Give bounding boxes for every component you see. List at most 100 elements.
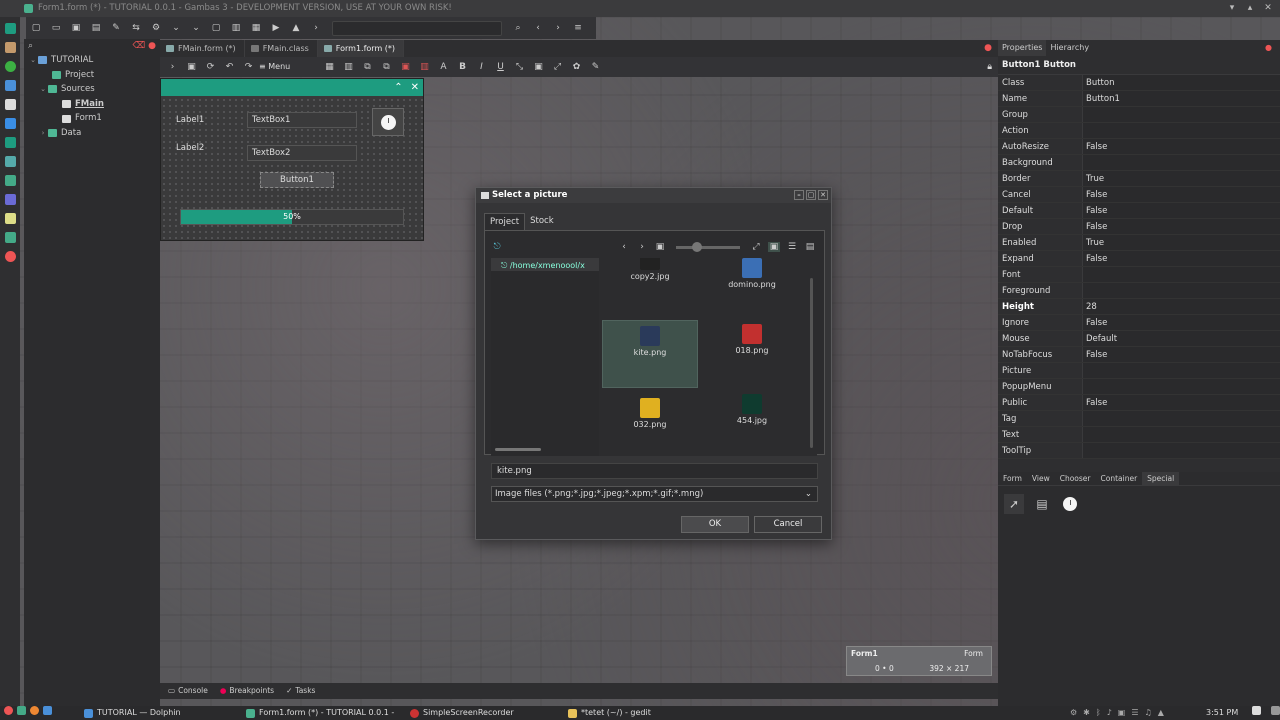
property-value[interactable] — [1082, 363, 1280, 378]
property-row-border[interactable]: Border True — [998, 171, 1280, 187]
search-icon[interactable]: ⌕ — [510, 20, 526, 36]
tab-hierarchy[interactable]: Hierarchy — [1046, 40, 1093, 56]
italic-icon[interactable]: I — [473, 59, 490, 75]
layout-icon[interactable]: ▥ — [340, 59, 357, 75]
timer-control[interactable] — [372, 108, 404, 136]
launcher-icon[interactable] — [4, 61, 16, 72]
property-value[interactable]: False — [1082, 203, 1280, 218]
property-row-height[interactable]: Height 28 — [998, 299, 1280, 315]
back-icon[interactable]: ‹ — [618, 242, 630, 252]
save-icon[interactable]: ▣ — [68, 20, 84, 36]
file-item[interactable]: 032.png — [602, 398, 698, 429]
open-project-icon[interactable]: ▭ — [48, 20, 64, 36]
color-icon[interactable]: ✿ — [568, 59, 585, 75]
property-value[interactable]: False — [1082, 395, 1280, 410]
property-row-popupmenu[interactable]: PopupMenu — [998, 379, 1280, 395]
step-icon[interactable]: ⌄ — [188, 20, 204, 36]
property-row-notabfocus[interactable]: NoTabFocus False — [998, 347, 1280, 363]
forward-icon[interactable]: › — [636, 242, 648, 252]
network-icon[interactable]: ☰ — [1131, 706, 1138, 720]
close-icon[interactable]: ✕ — [411, 82, 419, 93]
property-value[interactable]: True — [1082, 235, 1280, 250]
brush-icon[interactable]: ✎ — [587, 59, 604, 75]
back-icon[interactable]: ‹ — [530, 20, 546, 36]
property-row-default[interactable]: Default False — [998, 203, 1280, 219]
volume-icon[interactable]: ♫ — [1145, 706, 1152, 720]
tab-project[interactable]: Project — [484, 213, 526, 231]
lock-icon[interactable]: ▥ — [416, 59, 433, 75]
tab-fmain-class[interactable]: FMain.class — [245, 40, 318, 57]
label1-control[interactable]: Label1 — [176, 115, 204, 125]
launcher-icon[interactable] — [4, 42, 16, 53]
property-value[interactable]: Default — [1082, 331, 1280, 346]
file-type-select[interactable]: Image files (*.png;*.jpg;*.jpeg;*.xpm;*.… — [491, 486, 818, 502]
vertical-scrollbar[interactable] — [810, 278, 813, 448]
tab-stock[interactable]: Stock — [525, 213, 559, 231]
property-row-group[interactable]: Group — [998, 107, 1280, 123]
refresh-icon[interactable]: ▣ — [654, 242, 666, 252]
property-value[interactable] — [1082, 379, 1280, 394]
zoom-knob[interactable] — [692, 241, 702, 252]
file-item[interactable]: 454.jpg — [704, 394, 800, 425]
printer-icon[interactable]: ▤ — [1032, 494, 1052, 514]
stop-icon[interactable]: ▢ — [208, 20, 224, 36]
new-file-icon[interactable]: ▢ — [28, 20, 44, 36]
launcher-icon[interactable] — [4, 213, 16, 224]
launcher-icon[interactable] — [4, 251, 16, 262]
property-row-drop[interactable]: Drop False — [998, 219, 1280, 235]
button1-control[interactable]: Button1 — [260, 172, 334, 188]
maximize-icon[interactable]: ▢ — [806, 190, 816, 200]
bluetooth-icon[interactable]: ᛒ — [1096, 706, 1101, 720]
tree-item-sources[interactable]: ⌄ Sources — [24, 82, 160, 97]
property-row-enabled[interactable]: Enabled True — [998, 235, 1280, 251]
launcher-icon[interactable] — [4, 80, 16, 91]
resize-icon[interactable]: ⤢ — [549, 59, 566, 75]
property-row-action[interactable]: Action — [998, 123, 1280, 139]
cancel-button[interactable]: Cancel — [754, 516, 822, 533]
undo-icon[interactable]: ↶ — [221, 59, 238, 75]
task-dolphin[interactable]: TUTORIAL — Dolphin — [84, 706, 181, 720]
forward-icon[interactable]: › — [308, 20, 324, 36]
launcher-icon[interactable] — [4, 232, 16, 243]
root-icon[interactable]: ⎋ — [491, 242, 503, 252]
property-value[interactable]: Button1 — [1082, 91, 1280, 106]
run-icon[interactable]: › — [164, 59, 181, 75]
paste-icon[interactable]: ⧉ — [378, 59, 395, 75]
property-value[interactable]: 28 — [1082, 299, 1280, 314]
property-row-mouse[interactable]: Mouse Default — [998, 331, 1280, 347]
pause-icon[interactable]: ▥ — [228, 20, 244, 36]
save-icon[interactable]: ▣ — [183, 59, 200, 75]
play-icon[interactable]: ▶ — [268, 20, 284, 36]
property-value[interactable]: True — [1082, 171, 1280, 186]
settings-icon[interactable]: ⚙ — [148, 20, 164, 36]
copy-icon[interactable]: ⧉ — [359, 59, 376, 75]
edit-icon[interactable]: ✎ — [108, 20, 124, 36]
property-value[interactable] — [1082, 283, 1280, 298]
compile-icon[interactable]: ⇆ — [128, 20, 144, 36]
launcher-icon[interactable] — [4, 175, 16, 186]
property-row-autoresize[interactable]: AutoResize False — [998, 139, 1280, 155]
tab-container[interactable]: Container — [1096, 472, 1143, 485]
launcher-icon[interactable] — [4, 137, 16, 148]
shrink-icon[interactable]: ⤡ — [511, 59, 528, 75]
pointer-icon[interactable]: ➚ — [1004, 494, 1024, 514]
padlock-icon[interactable]: 🔒︎ — [987, 62, 992, 72]
task-gambas[interactable]: Form1.form (*) - TUTORIAL 0.0.1 - — [246, 706, 394, 720]
tab-chooser[interactable]: Chooser — [1055, 472, 1096, 485]
close-tab-icon[interactable]: ● — [984, 40, 992, 57]
property-row-public[interactable]: Public False — [998, 395, 1280, 411]
grid-icon[interactable]: ▦ — [248, 20, 264, 36]
horizontal-scrollbar[interactable] — [495, 448, 541, 451]
property-value[interactable] — [1082, 123, 1280, 138]
property-value[interactable]: False — [1082, 251, 1280, 266]
property-value[interactable]: False — [1082, 139, 1280, 154]
property-row-background[interactable]: Background — [998, 155, 1280, 171]
minimize-icon[interactable]: – — [794, 190, 804, 200]
chevron-down-icon[interactable]: ⌄ — [168, 20, 184, 36]
tree-search-icon[interactable]: ⌕ — [28, 39, 33, 53]
chevron-up-icon[interactable]: ⌃ — [394, 82, 402, 93]
file-item[interactable]: 018.png — [704, 324, 800, 355]
redo-icon[interactable]: ↷ — [240, 59, 257, 75]
grid-icon[interactable]: ▦ — [321, 59, 338, 75]
property-row-foreground[interactable]: Foreground — [998, 283, 1280, 299]
